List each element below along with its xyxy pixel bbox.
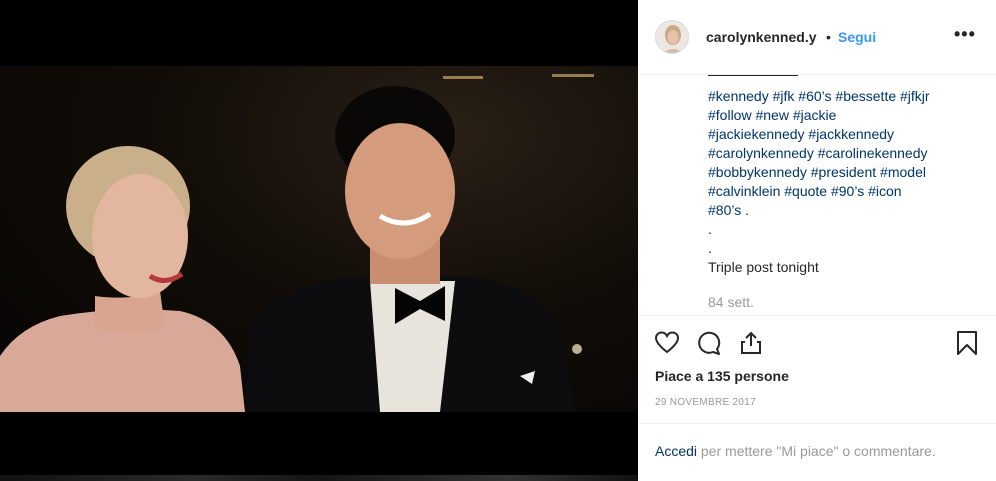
hashtag-link[interactable]: #80’s xyxy=(708,202,741,218)
caption-dot: . xyxy=(708,221,712,237)
hashtag-link[interactable]: #jackiekennedy xyxy=(708,126,805,142)
separator-dot: • xyxy=(826,29,831,45)
avatar-image xyxy=(656,21,688,53)
hashtag-link[interactable]: #model xyxy=(880,164,926,180)
hashtag-link[interactable]: #bessette xyxy=(835,88,896,104)
caption-divider xyxy=(708,75,798,76)
login-footer: Accedi per mettere "Mi piace" o commenta… xyxy=(638,423,996,481)
hashtag-link[interactable]: #jfk xyxy=(773,88,795,104)
comment-icon[interactable] xyxy=(696,330,722,356)
caption-tail: . xyxy=(745,202,749,218)
caption-text: Triple post tonight xyxy=(708,259,819,275)
comments-section[interactable]: #kennedy #jfk #60’s #bessette #jfkjr #fo… xyxy=(638,75,996,316)
hashtag-link[interactable]: #kennedy xyxy=(708,88,769,104)
login-text: per mettere "Mi piace" o commentare. xyxy=(697,443,936,459)
caption-dot: . xyxy=(708,240,712,256)
hashtag-link[interactable]: #60’s xyxy=(798,88,831,104)
action-bar xyxy=(638,316,996,372)
avatar[interactable] xyxy=(655,20,689,54)
hashtag-link[interactable]: #follow xyxy=(708,107,752,123)
post-side-panel: carolynkenned.y • Segui ••• #kennedy #jf… xyxy=(638,0,996,481)
username-link[interactable]: carolynkenned.y xyxy=(706,29,817,45)
hashtag-link[interactable]: #carolynkennedy xyxy=(708,145,814,161)
follow-button[interactable]: Segui xyxy=(838,29,876,45)
hashtag-link[interactable]: #jackie xyxy=(793,107,837,123)
post-header: carolynkenned.y • Segui ••• xyxy=(638,0,996,75)
hashtag-link[interactable]: #icon xyxy=(868,183,901,199)
hashtag-link[interactable]: #bobbykennedy xyxy=(708,164,807,180)
login-prompt: Accedi per mettere "Mi piace" o commenta… xyxy=(655,443,936,459)
hashtag-link[interactable]: #carolinekennedy xyxy=(818,145,928,161)
bookmark-icon[interactable] xyxy=(954,330,980,356)
photo-illustration xyxy=(0,74,594,412)
likes-count[interactable]: Piace a 135 persone xyxy=(655,368,789,384)
more-options-icon[interactable]: ••• xyxy=(954,24,976,45)
login-link[interactable]: Accedi xyxy=(655,443,697,459)
photo-bottom-strip xyxy=(0,412,638,481)
heart-icon[interactable] xyxy=(654,330,680,356)
hashtag-link[interactable]: #jackkennedy xyxy=(808,126,894,142)
post-caption: #kennedy #jfk #60’s #bessette #jfkjr #fo… xyxy=(708,87,978,277)
hashtag-link[interactable]: #90’s xyxy=(831,183,864,199)
post-date: 29 NOVEMBRE 2017 xyxy=(655,397,756,408)
post-photo-area xyxy=(0,0,638,481)
comment-time[interactable]: 84 sett. xyxy=(708,294,754,310)
post-photo[interactable] xyxy=(0,66,638,412)
hashtag-link[interactable]: #jfkjr xyxy=(900,88,930,104)
hashtag-link[interactable]: #new xyxy=(755,107,788,123)
hashtag-link[interactable]: #president xyxy=(811,164,876,180)
hashtag-link[interactable]: #calvinklein xyxy=(708,183,780,199)
hashtag-link[interactable]: #quote xyxy=(784,183,827,199)
share-icon[interactable] xyxy=(738,330,764,356)
